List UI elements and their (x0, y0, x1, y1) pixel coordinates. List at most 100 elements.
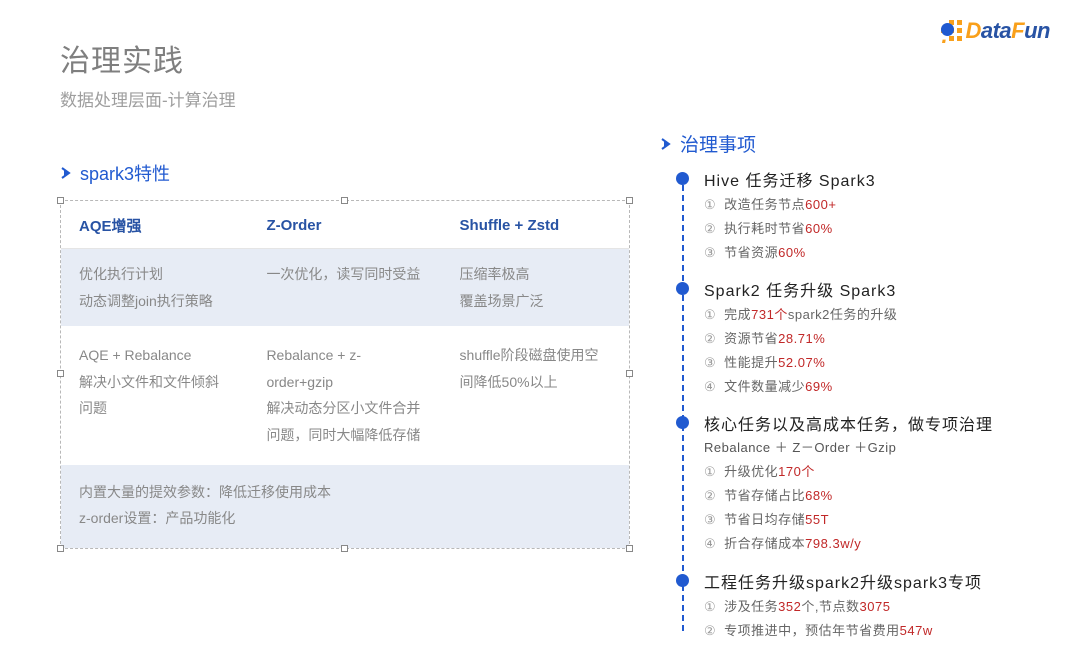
resize-handle-icon[interactable] (341, 197, 348, 204)
resize-handle-icon[interactable] (626, 197, 633, 204)
list-item: ②专项推进中，预估年节省费用547w (704, 619, 1050, 643)
circled-number-icon: ② (704, 331, 716, 346)
list-item: ① 涉及任务352个,节点数3075 (704, 595, 1050, 619)
chevron-right-icon (60, 167, 72, 179)
metric-value: 547w (900, 623, 933, 638)
timeline-item-title: Hive 任务迁移 Spark3 (704, 167, 1050, 191)
list-item: ① 改造任务节点600+ (704, 193, 1050, 217)
chevron-right-icon (660, 138, 672, 150)
feature-table: AQE增强 Z-Order Shuffle + Zstd 优化执行计划动态调整j… (61, 201, 629, 548)
list-item: ② 执行耗时节省60% (704, 217, 1050, 241)
table-row: AQE + Rebalance解决小文件和文件倾斜问题 Rebalance + … (61, 326, 629, 464)
circled-number-icon: ② (704, 221, 716, 236)
page-subtitle: 数据处理层面-计算治理 (60, 86, 236, 111)
text: 资源节省 (724, 331, 778, 346)
cell: 一次优化，读写同时受益 (248, 249, 441, 327)
feature-table-container[interactable]: AQE增强 Z-Order Shuffle + Zstd 优化执行计划动态调整j… (60, 200, 630, 549)
text: 节省日均存储 (724, 512, 805, 527)
right-column: 治理事项 Hive 任务迁移 Spark3①改造任务节点600+②执行耗时节省6… (660, 130, 1050, 655)
timeline-dot-icon (676, 282, 689, 295)
timeline-item-list: ① 涉及任务352个,节点数3075 ②专项推进中，预估年节省费用547w (704, 595, 1050, 643)
timeline-item-list: ①完成731个spark2任务的升级 ② 资源节省28.71% ③ 性能提升52.07%… (704, 303, 1050, 399)
list-item: ③ 节省资源60% (704, 241, 1050, 265)
text: 个,节点数 (801, 599, 859, 614)
text: 执行耗时节省 (724, 221, 805, 236)
cell: AQE + Rebalance解决小文件和文件倾斜问题 (61, 326, 248, 464)
timeline-dot-icon (676, 416, 689, 429)
list-item: ①完成731个spark2任务的升级 (704, 303, 1050, 327)
timeline-item-title: 核心任务以及高成本任务，做专项治理 (704, 411, 1050, 435)
list-item: ④ 折合存储成本798.3w/y (704, 532, 1050, 556)
text: 节省资源 (724, 245, 778, 260)
metric-value: 68% (805, 488, 833, 503)
circled-number-icon: ① (704, 197, 716, 212)
timeline-item: 核心任务以及高成本任务，做专项治理 Rebalance ＋ Z－Order ＋Gz… (676, 411, 1050, 556)
timeline-item-title: 工程任务升级spark2升级spark3专项 (704, 569, 1050, 593)
circled-number-icon: ④ (704, 536, 716, 551)
governance-section-title: 治理事项 (680, 130, 756, 157)
text: 折合存储成本 (724, 536, 805, 551)
metric-value: 28.71% (778, 331, 825, 346)
metric-value: 60% (805, 221, 833, 236)
circled-number-icon: ① (704, 599, 716, 614)
timeline-item-list: ①改造任务节点600+②执行耗时节省60%③节省资源60% (704, 193, 1050, 265)
spark3-section-title: spark3特性 (80, 160, 170, 186)
cell: 优化执行计划动态调整join执行策略 (61, 249, 248, 327)
timeline-item-title: Spark2 任务升级 Spark3 (704, 277, 1050, 301)
spark3-section-header: spark3特性 (60, 160, 630, 186)
circled-number-icon: ① (704, 464, 716, 479)
cell: 压缩率极高覆盖场景广泛 (442, 249, 629, 327)
timeline-item-subtitle: Rebalance ＋ Z－Order ＋Gzip (704, 437, 1050, 456)
timeline-dot-icon (676, 574, 689, 587)
metric-value: 352 (778, 599, 801, 614)
circled-number-icon: ② (704, 488, 716, 503)
metric-value: 55T (805, 512, 829, 527)
list-item: ③ 性能提升52.07% (704, 351, 1050, 375)
metric-value: 798.3w/y (805, 536, 861, 551)
logo-text: DataFun. (965, 18, 1050, 44)
cell: Rebalance + z-order+gzip解决动态分区小文件合并问题，同时… (248, 326, 441, 464)
metric-value: 52.07% (778, 355, 825, 370)
resize-handle-icon[interactable] (57, 545, 64, 552)
left-column: spark3特性 AQE增强 Z-Order Shuffle + Zstd 优化… (60, 160, 630, 549)
metric-value: 69% (805, 379, 833, 394)
text: 改造任务节点 (724, 197, 805, 212)
slide-header: 治理实践 数据处理层面-计算治理 (60, 36, 236, 111)
text: 涉及任务 (724, 599, 778, 614)
metric-value: 600+ (805, 197, 836, 212)
col-zorder: Z-Order (248, 201, 441, 249)
cell: 内置大量的提效参数：降低迁移使用成本z-order设置：产品功能化 (61, 465, 629, 548)
col-aqe: AQE增强 (61, 201, 248, 249)
text: 升级优化 (724, 464, 778, 479)
table-header-row: AQE增强 Z-Order Shuffle + Zstd (61, 201, 629, 249)
governance-section-header: 治理事项 (660, 130, 1050, 157)
text: 完成 (724, 307, 751, 322)
text: spark2任务的升级 (788, 307, 898, 322)
timeline-item: Hive 任务迁移 Spark3①改造任务节点600+②执行耗时节省60%③节省… (676, 167, 1050, 265)
circled-number-icon: ② (704, 623, 716, 638)
page-title: 治理实践 (60, 36, 236, 80)
table-row: 内置大量的提效参数：降低迁移使用成本z-order设置：产品功能化 (61, 465, 629, 548)
list-item: ② 资源节省28.71% (704, 327, 1050, 351)
resize-handle-icon[interactable] (626, 545, 633, 552)
timeline-item: 工程任务升级spark2升级spark3专项 ① 涉及任务352个,节点数3075 ②… (676, 569, 1050, 643)
timeline: Hive 任务迁移 Spark3①改造任务节点600+②执行耗时节省60%③节省… (676, 167, 1050, 643)
table-row: 优化执行计划动态调整join执行策略 一次优化，读写同时受益 压缩率极高覆盖场景… (61, 249, 629, 327)
circled-number-icon: ③ (704, 355, 716, 370)
list-item: ③ 节省日均存储55T (704, 508, 1050, 532)
resize-handle-icon[interactable] (626, 370, 633, 377)
resize-handle-icon[interactable] (57, 370, 64, 377)
list-item: ② 节省存储占比68% (704, 484, 1050, 508)
brand-logo: DataFun. (941, 18, 1050, 44)
text: 文件数量减少 (724, 379, 805, 394)
metric-value: 60% (778, 245, 806, 260)
text: 节省存储占比 (724, 488, 805, 503)
circled-number-icon: ③ (704, 512, 716, 527)
timeline-item-list: ①升级优化170个②节省存储占比68%③节省日均存储55T④折合存储成本798.… (704, 460, 1050, 556)
metric-value: 3075 (860, 599, 891, 614)
resize-handle-icon[interactable] (341, 545, 348, 552)
text: 性能提升 (724, 355, 778, 370)
circled-number-icon: ③ (704, 245, 716, 260)
cell: shuffle阶段磁盘使用空间降低50%以上 (442, 326, 629, 464)
resize-handle-icon[interactable] (57, 197, 64, 204)
